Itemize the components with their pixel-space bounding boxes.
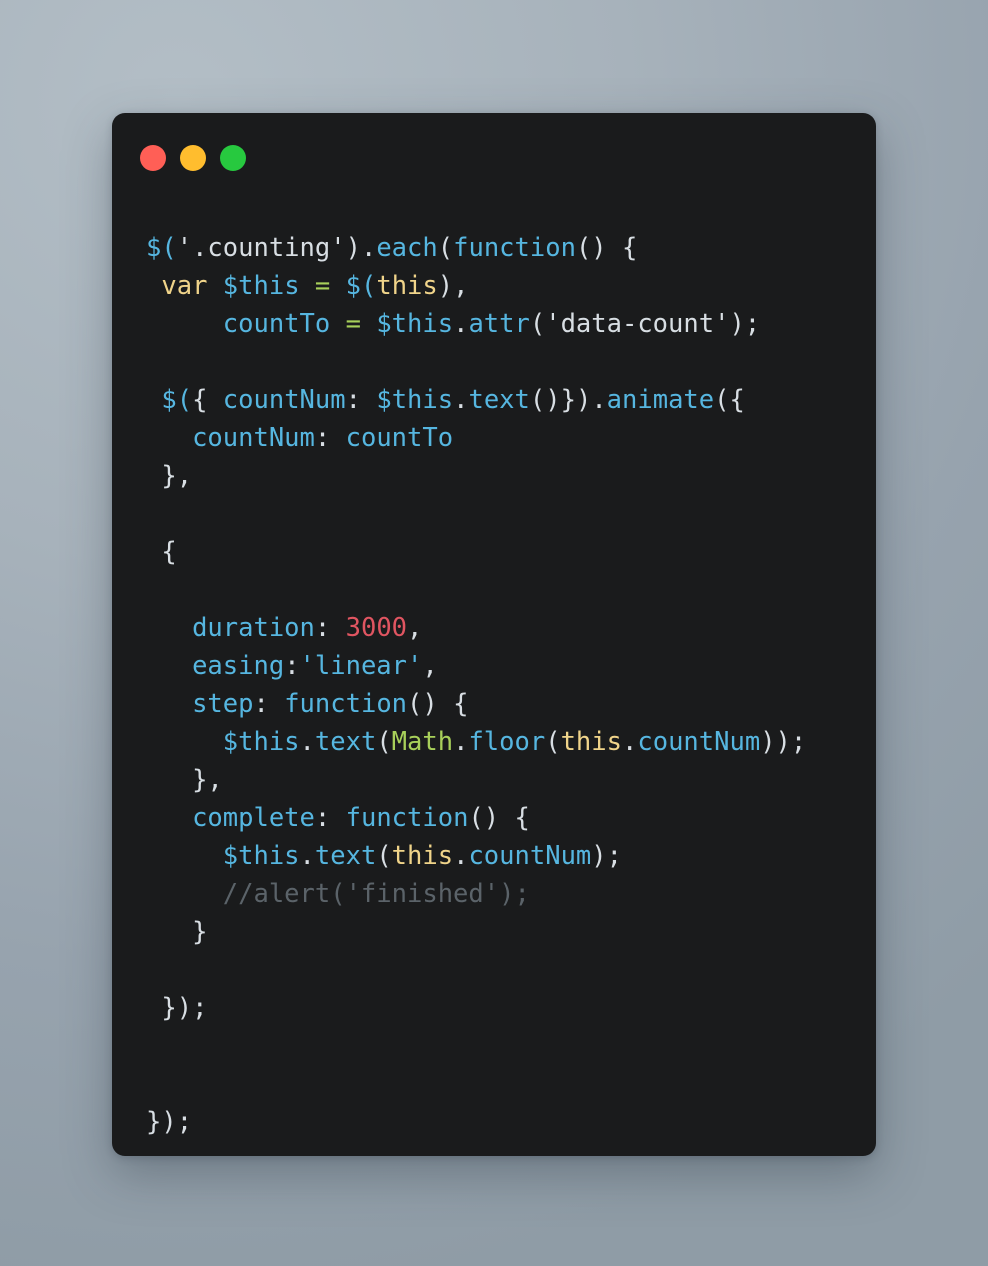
- code-line-3: countTo = $this.attr('data-count');: [222, 309, 761, 339]
- code-block[interactable]: $('.counting').each(function() { var $th…: [146, 229, 846, 1141]
- code-line-17: $this.text(this.countNum);: [222, 841, 622, 871]
- maximize-window-icon[interactable]: [220, 145, 246, 171]
- code-line-15: },: [192, 765, 223, 795]
- code-line-9: {: [161, 537, 177, 567]
- code-window-card: $('.counting').each(function() { var $th…: [112, 113, 876, 1156]
- traffic-light-buttons: [140, 145, 246, 171]
- code-line-11: duration: 3000,: [192, 613, 423, 643]
- code-line-5: $({ countNum: $this.text()}).animate({: [161, 385, 745, 415]
- code-line-18: //alert('finished');: [222, 879, 530, 909]
- code-line-14: $this.text(Math.floor(this.countNum));: [222, 727, 807, 757]
- close-window-icon[interactable]: [140, 145, 166, 171]
- code-line-13: step: function() {: [192, 689, 469, 719]
- code-line-12: easing:'linear',: [192, 651, 438, 681]
- code-line-7: },: [161, 461, 193, 491]
- window-titlebar[interactable]: [112, 113, 876, 201]
- code-line-19: }: [192, 917, 208, 947]
- minimize-window-icon[interactable]: [180, 145, 206, 171]
- code-editor-body[interactable]: $('.counting').each(function() { var $th…: [112, 201, 876, 1156]
- code-line-2: var $this = $(this),: [161, 271, 469, 301]
- code-line-24: });: [146, 1107, 193, 1137]
- screenshot-stage: $('.counting').each(function() { var $th…: [0, 0, 988, 1266]
- code-line-16: complete: function() {: [192, 803, 530, 833]
- code-line-1: $('.counting').each(function() {: [146, 233, 638, 263]
- code-line-21: });: [161, 993, 208, 1023]
- code-line-6: countNum: countTo: [192, 423, 454, 453]
